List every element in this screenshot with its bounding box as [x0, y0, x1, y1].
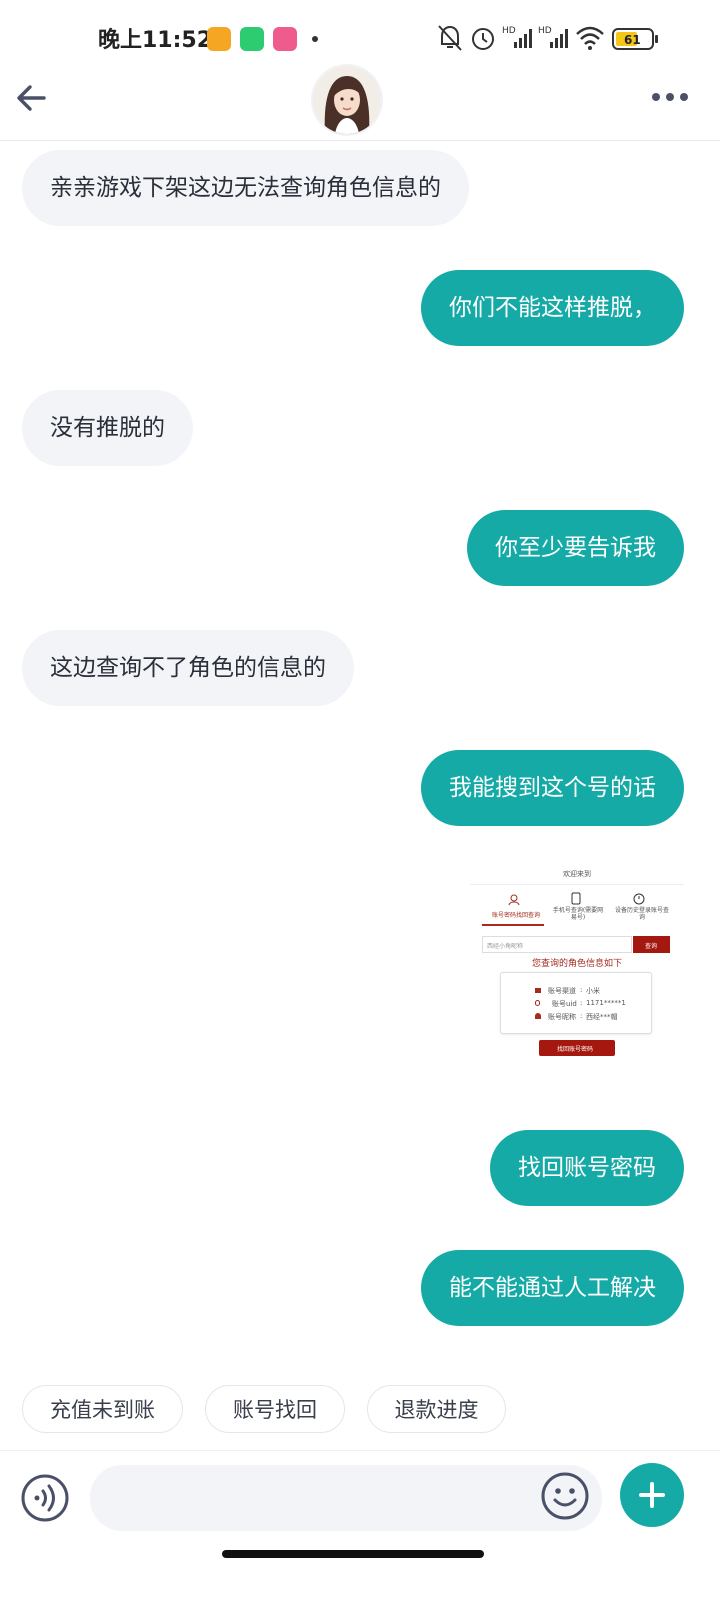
- message-bubble-received[interactable]: 没有推脱的: [22, 390, 193, 466]
- plus-button[interactable]: [620, 1463, 684, 1527]
- shot-row-label: 账号昵称: [548, 1013, 576, 1021]
- phone-tab-icon: [571, 892, 581, 905]
- shot-row-label: 账号uid: [552, 1000, 577, 1008]
- message-bubble-received[interactable]: 亲亲游戏下架这边无法查询角色信息的: [22, 150, 469, 226]
- shot-tab-1: 账号密码找回查询: [492, 912, 541, 919]
- security-app-icon: [240, 27, 264, 51]
- plus-icon: [639, 1482, 665, 1508]
- battery-level: 61: [624, 33, 641, 47]
- shot-query-button: 查询: [645, 943, 658, 950]
- shot-tab-3: 设备历史登录账号查询: [614, 907, 669, 921]
- shot-input: 西经小角昵称: [487, 943, 524, 950]
- nickname-icon: [535, 1013, 541, 1019]
- arrow-left-icon[interactable]: [14, 80, 50, 116]
- network-label-1: HD: [502, 26, 516, 36]
- shot-tab-2: 手机号查询(需要网易号): [552, 907, 604, 921]
- message-input[interactable]: [90, 1465, 602, 1531]
- home-indicator[interactable]: [222, 1550, 484, 1558]
- notes-app-icon: [207, 27, 231, 51]
- user-tab-icon: [508, 894, 520, 906]
- more-dots-icon[interactable]: [648, 82, 692, 112]
- bilibili-app-icon: [273, 27, 297, 51]
- signal-2-icon: HD: [538, 26, 568, 48]
- mute-bell-icon: [438, 25, 462, 51]
- quick-reply-account-recovery[interactable]: 账号找回: [205, 1385, 345, 1433]
- wifi-icon: [576, 26, 604, 50]
- message-bubble-sent[interactable]: 你至少要告诉我: [467, 510, 684, 586]
- message-bubble-sent[interactable]: 你们不能这样推脱，: [421, 270, 684, 346]
- message-bubble-sent[interactable]: 找回账号密码: [490, 1130, 684, 1206]
- chat-header: [0, 62, 720, 141]
- shot-row-value: 1171*****1: [586, 999, 626, 1007]
- voice-icon[interactable]: [20, 1473, 70, 1523]
- shot-result-title: 您查询的角色信息如下: [532, 959, 623, 969]
- message-bubble-received[interactable]: 这边查询不了角色的信息的: [22, 630, 354, 706]
- battery-icon: 61: [612, 28, 658, 50]
- alarm-icon: [472, 28, 494, 50]
- quick-reply-recharge[interactable]: 充值未到账: [22, 1385, 183, 1433]
- agent-avatar[interactable]: [313, 66, 381, 134]
- network-label-2: HD: [538, 26, 552, 36]
- emoji-icon[interactable]: [540, 1471, 590, 1521]
- uid-icon: [535, 1000, 540, 1006]
- quick-reply-refund-progress[interactable]: 退款进度: [367, 1385, 506, 1433]
- channel-icon: [535, 988, 541, 993]
- timer-tab-icon: [633, 893, 645, 905]
- shot-row-value: 小米: [586, 987, 600, 995]
- shot-row-value: 西经***帽: [586, 1013, 618, 1021]
- status-time: 晚上11:52: [98, 28, 213, 53]
- shared-screenshot[interactable]: 欢迎来到 账号密码找回查询 手机号查询(需要网易号) 设备历史登录账号查询 西经…: [470, 860, 684, 1078]
- shot-title: 欢迎来到: [563, 870, 591, 878]
- shot-recover-button: 找回账号密码: [557, 1046, 594, 1053]
- input-bar: [0, 1450, 720, 1541]
- shot-row-label: 账号渠道: [548, 987, 576, 995]
- message-bubble-sent[interactable]: 我能搜到这个号的话: [421, 750, 684, 826]
- signal-1-icon: HD: [502, 26, 532, 48]
- message-bubble-sent[interactable]: 能不能通过人工解决: [421, 1250, 684, 1326]
- notification-dot: [312, 36, 318, 42]
